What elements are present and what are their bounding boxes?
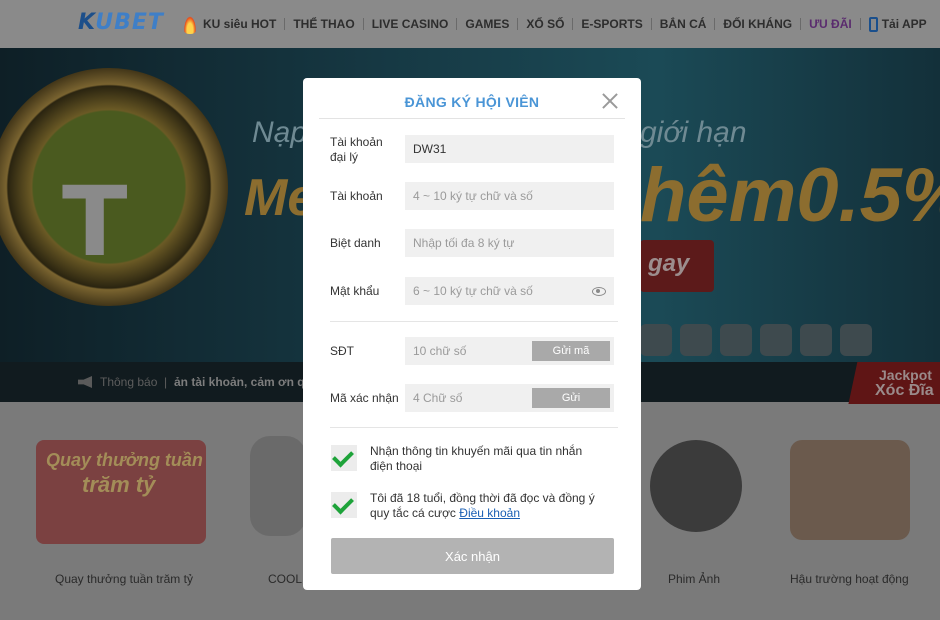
promo-sms-text: Nhận thông tin khuyến mãi qua tin nhắn đ…	[370, 444, 583, 473]
game-icon[interactable]	[760, 324, 792, 356]
game-icons-row	[640, 324, 872, 356]
close-icon[interactable]	[599, 90, 621, 112]
notice-separator: |	[164, 375, 168, 389]
notice-label: Thông báo	[100, 375, 158, 389]
account-label: Tài khoản	[330, 189, 383, 203]
phone-input[interactable]	[405, 337, 531, 365]
show-password-eye-icon[interactable]	[592, 287, 606, 296]
password-input[interactable]	[405, 277, 614, 305]
title-divider	[319, 118, 625, 119]
tile-label-cool[interactable]: COOL	[268, 572, 302, 586]
game-icon[interactable]	[720, 324, 752, 356]
terms-link[interactable]: Điều khoản	[459, 506, 520, 520]
weekly-lucky-draw-title: Quay thưởng tuần	[46, 450, 203, 470]
phone-icon	[868, 16, 878, 32]
film-reel-icon[interactable]	[650, 440, 742, 532]
game-icon[interactable]	[680, 324, 712, 356]
verification-code-input[interactable]	[405, 384, 531, 412]
nav-item-xo-so[interactable]: XỔ SỐ	[518, 17, 572, 31]
nav-item-label: Tải APP	[881, 17, 927, 31]
terms-text: Tôi đã 18 tuổi, đồng thời đã đọc và đồng…	[370, 491, 606, 521]
cool-tile-image[interactable]	[250, 436, 306, 536]
tile-label-lucky-draw[interactable]: Quay thưởng tuần trăm tỷ	[55, 572, 193, 586]
weekly-lucky-draw-subtitle: trăm tỷ	[82, 472, 156, 497]
registration-modal: ĐĂNG KÝ HỘI VIÊN Tài khoản đại lý Tài kh…	[303, 78, 641, 590]
nickname-label: Biệt danh	[330, 236, 381, 250]
banner-bonus-right: hêm0.5%	[640, 153, 940, 238]
nav-item-uu-dai[interactable]: ƯU ĐÃI	[801, 17, 860, 31]
banner-cta-label: gay	[648, 250, 690, 277]
confirm-button[interactable]: Xác nhận	[331, 538, 614, 574]
send-code-button[interactable]: Gửi mã	[532, 341, 610, 361]
section-divider	[330, 321, 618, 322]
nav-item-e-sports[interactable]: E-SPORTS	[573, 17, 650, 31]
main-nav: KU siêu HOT THỂ THAO LIVE CASINO GAMES X…	[175, 0, 935, 48]
nav-item-live-casino[interactable]: LIVE CASINO	[364, 17, 457, 31]
tile-label-behind-scenes[interactable]: Hậu trường hoạt động	[790, 572, 909, 586]
phone-label: SĐT	[330, 344, 354, 358]
banner-cta-button[interactable]: gay	[640, 240, 714, 292]
tether-symbol: T	[62, 166, 128, 278]
send-button[interactable]: Gửi	[532, 388, 610, 408]
nav-item-ku-hot[interactable]: KU siêu HOT	[175, 14, 284, 34]
banner-headline-left: Nạp	[252, 116, 308, 149]
tile-label-movies[interactable]: Phim Ảnh	[668, 572, 720, 586]
section-divider	[330, 427, 618, 428]
game-icon[interactable]	[800, 324, 832, 356]
password-label: Mật khẩu	[330, 284, 380, 298]
fire-icon	[183, 14, 197, 34]
verification-code-label: Mã xác nhận	[330, 391, 399, 405]
terms-checkbox[interactable]	[331, 492, 357, 518]
nav-item-ban-ca[interactable]: BẮN CÁ	[652, 17, 715, 31]
modal-title: ĐĂNG KÝ HỘI VIÊN	[404, 94, 540, 110]
behind-the-scenes-image[interactable]	[790, 440, 910, 540]
notice-marquee[interactable]: ản tài khoản, cảm ơn qu	[174, 375, 312, 389]
game-icon[interactable]	[840, 324, 872, 356]
kubet-logo[interactable]: KUBET	[78, 10, 164, 35]
account-input[interactable]	[405, 182, 614, 210]
nav-item-doi-khang[interactable]: ĐỐI KHÁNG	[715, 17, 800, 31]
agent-account-field[interactable]	[405, 135, 614, 163]
jackpot-label: Jackpot	[879, 367, 932, 383]
banner-headline-right: giới hạn	[640, 116, 747, 149]
jackpot-game-label: Xóc Đĩa	[875, 382, 934, 399]
nickname-input[interactable]	[405, 229, 614, 257]
nav-item-games[interactable]: GAMES	[457, 17, 517, 31]
nav-item-label: KU siêu HOT	[203, 17, 277, 31]
nav-item-the-thao[interactable]: THỂ THAO	[285, 17, 362, 31]
game-icon[interactable]	[640, 324, 672, 356]
nav-item-tai-app[interactable]: Tải APP	[861, 16, 935, 32]
top-nav-bar: KUBET KU siêu HOT THỂ THAO LIVE CASINO G…	[0, 0, 940, 48]
agent-account-label: Tài khoản đại lý	[330, 135, 383, 164]
promo-sms-checkbox[interactable]	[331, 445, 357, 471]
